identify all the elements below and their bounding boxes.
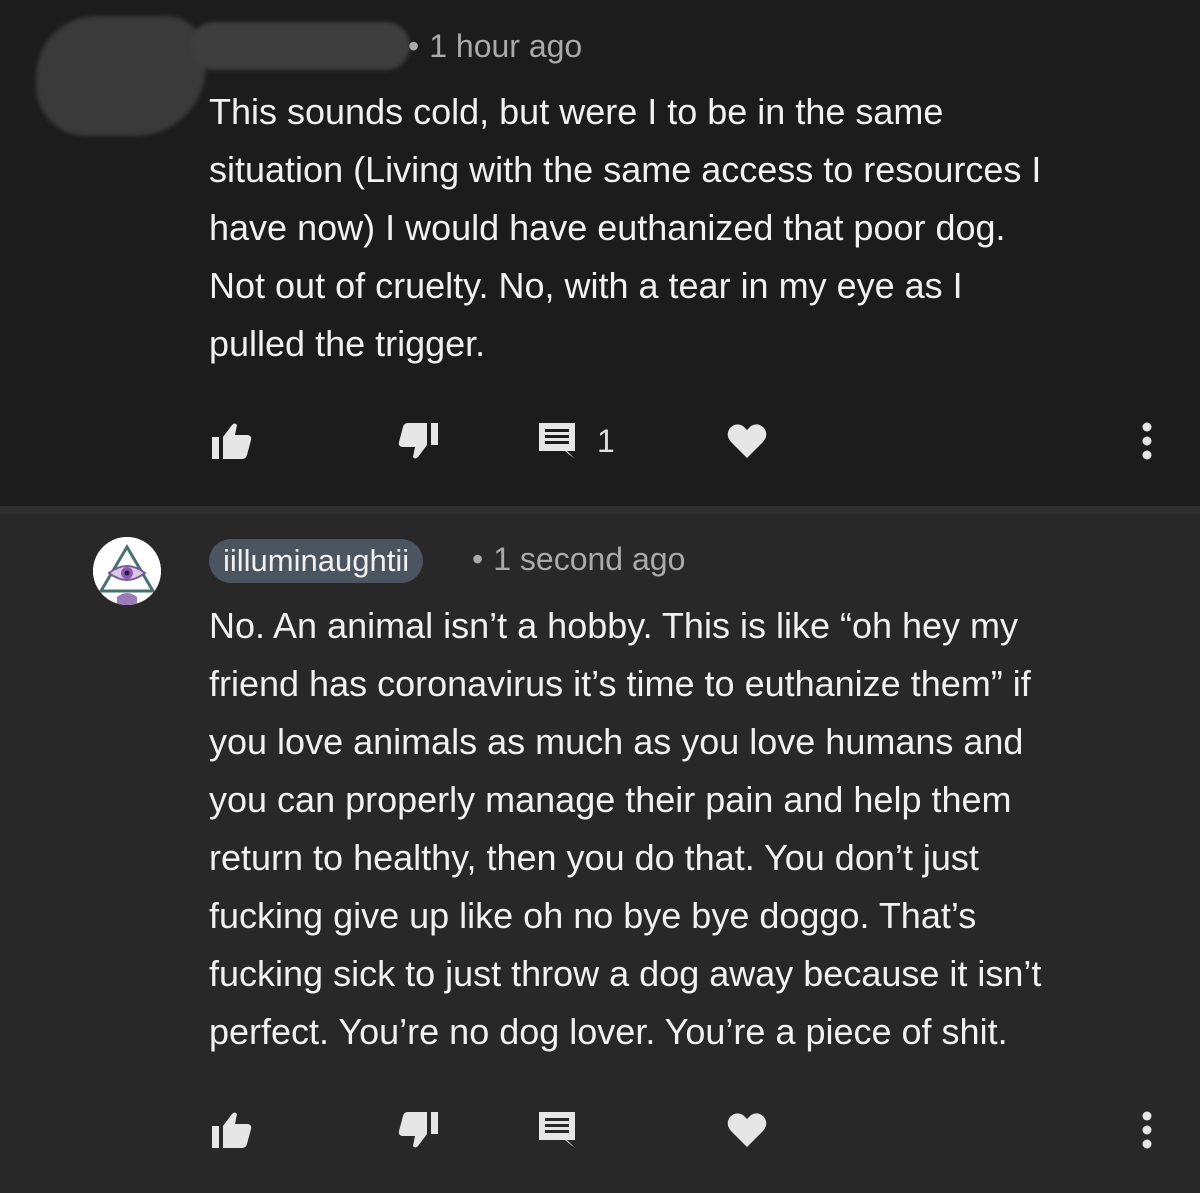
thumbs-down-icon xyxy=(398,423,438,459)
comment-body: This sounds cold, but were I to be in th… xyxy=(209,83,1169,373)
comment-body-line: have now) I would have euthanized that p… xyxy=(209,207,1006,248)
heart-button[interactable] xyxy=(726,1105,768,1155)
comment-body: No. An animal isn’t a hobby. This is lik… xyxy=(209,597,1169,1061)
comment-body-line: friend has coronavirus it’s time to euth… xyxy=(209,663,1031,704)
reply-count: 1 xyxy=(597,422,615,459)
comment-body-line: you can properly manage their pain and h… xyxy=(209,779,1012,820)
thumbs-down-icon xyxy=(398,1112,438,1148)
comment-timestamp: 1 hour ago xyxy=(429,28,583,64)
comment-card: • 1 hour ago This sounds cold, but were I… xyxy=(0,0,1200,506)
thumbs-up-icon xyxy=(212,1112,252,1148)
more-vertical-icon xyxy=(1142,422,1152,460)
like-button[interactable] xyxy=(210,416,254,466)
comment-body-line: This sounds cold, but were I to be in th… xyxy=(209,91,944,132)
dislike-button[interactable] xyxy=(396,1105,440,1155)
thumbs-up-icon xyxy=(212,423,252,459)
avatar[interactable] xyxy=(93,537,161,605)
comment-meta: • 1 second ago xyxy=(472,541,685,578)
illuminati-eye-avatar-icon xyxy=(93,537,161,605)
more-vertical-icon xyxy=(1142,1111,1152,1149)
comment-divider xyxy=(0,506,1200,514)
comment-body-line: Not out of cruelty. No, with a tear in m… xyxy=(209,265,963,306)
redacted-avatar xyxy=(36,16,206,136)
comment-body-line: return to healthy, then you do that. You… xyxy=(209,837,979,878)
more-options-button[interactable] xyxy=(1140,416,1154,466)
reply-button[interactable] xyxy=(537,1105,577,1155)
like-button[interactable] xyxy=(210,1105,254,1155)
redacted-author-name xyxy=(190,22,410,70)
comment-timestamp: 1 second ago xyxy=(493,541,686,577)
author-username[interactable]: iilluminaughtii xyxy=(209,539,424,583)
comment-icon xyxy=(539,1112,575,1148)
heart-button[interactable] xyxy=(726,416,768,466)
comment-body-line: pulled the trigger. xyxy=(209,323,486,364)
separator-dot: • xyxy=(408,28,420,64)
comment-action-bar: 1 xyxy=(0,416,1200,466)
heart-icon xyxy=(727,424,767,458)
comment-body-line: situation (Living with the same access t… xyxy=(209,149,1042,190)
comment-meta: • 1 hour ago xyxy=(408,28,582,65)
comment-body-line: fucking give up like oh no bye bye doggo… xyxy=(209,895,977,936)
more-options-button[interactable] xyxy=(1140,1105,1154,1155)
comment-action-bar xyxy=(0,1105,1200,1155)
comment-icon xyxy=(539,423,575,459)
reply-button[interactable]: 1 xyxy=(537,416,615,466)
separator-dot: • xyxy=(472,541,484,577)
comment-body-line: fucking sick to just throw a dog away be… xyxy=(209,953,1042,994)
comment-body-line: perfect. You’re no dog lover. You’re a p… xyxy=(209,1011,1008,1052)
comment-body-line: No. An animal isn’t a hobby. This is lik… xyxy=(209,605,1019,646)
dislike-button[interactable] xyxy=(396,416,440,466)
heart-icon xyxy=(727,1113,767,1147)
comment-body-line: you love animals as much as you love hum… xyxy=(209,721,1024,762)
